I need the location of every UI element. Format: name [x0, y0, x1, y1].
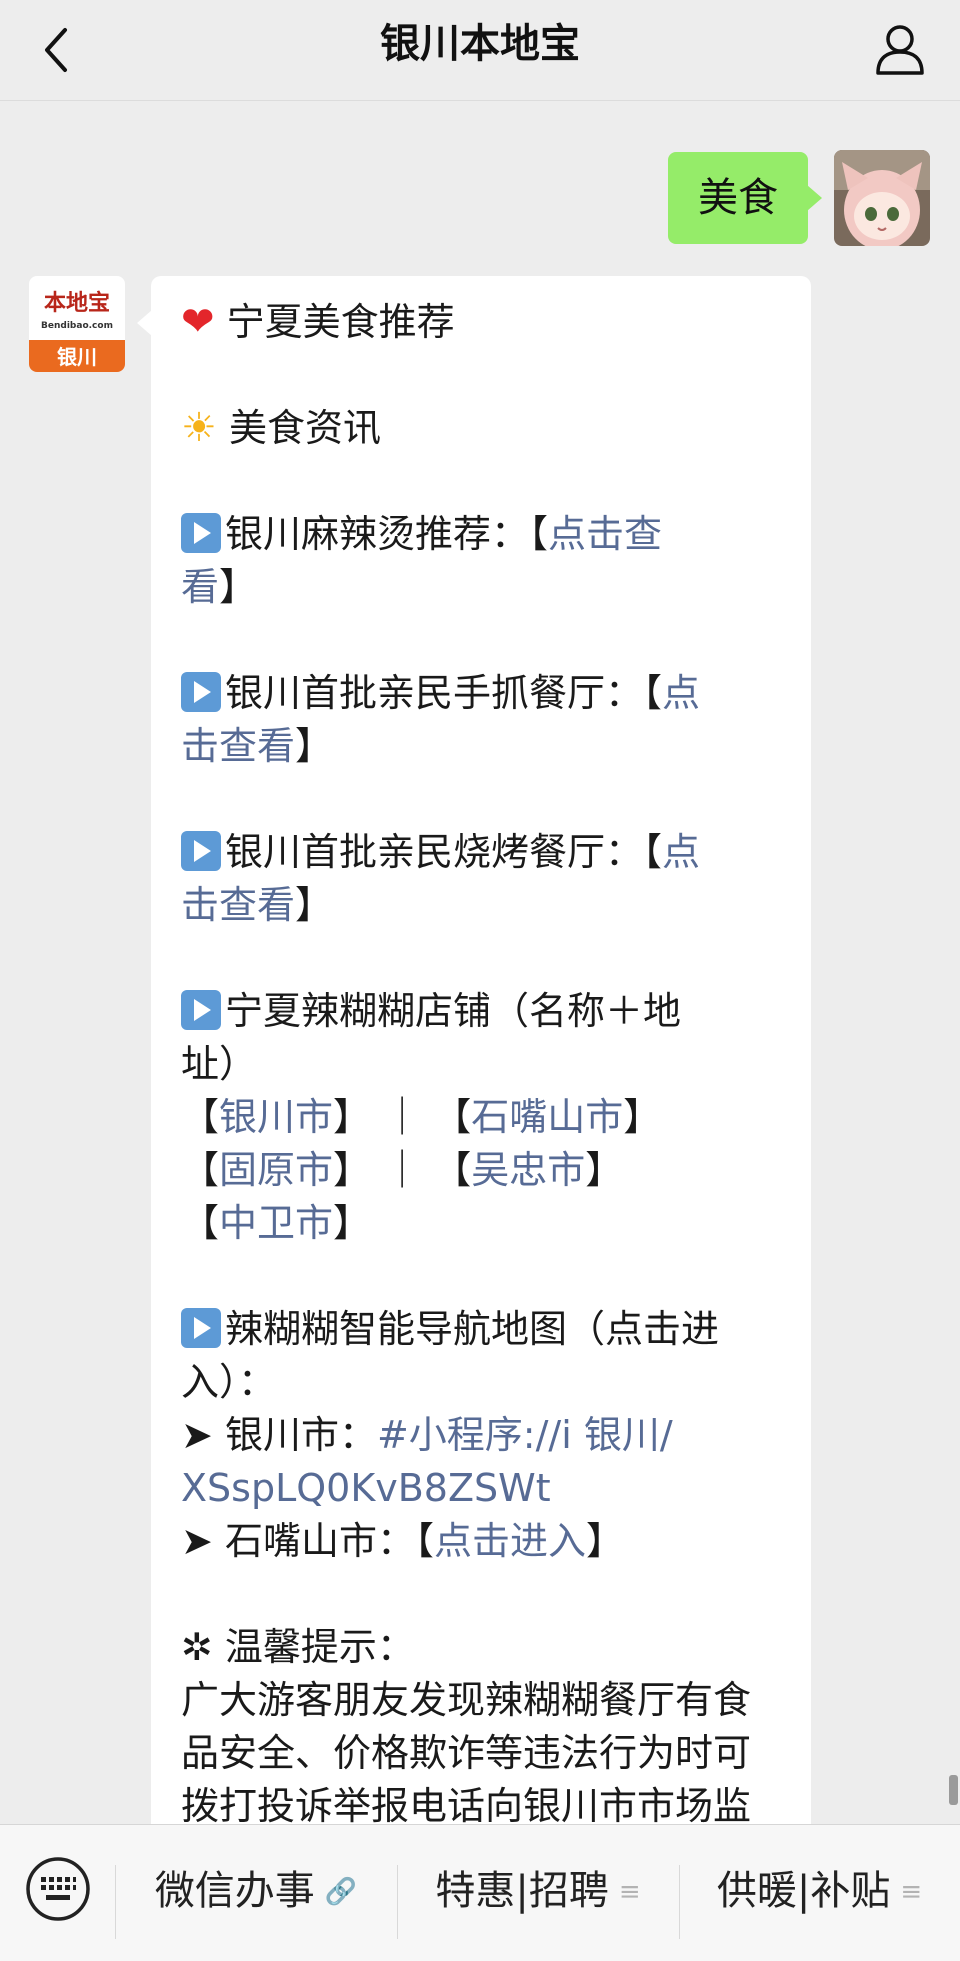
city-link-yinchuan[interactable]: 银川市 — [219, 1095, 333, 1139]
section-line: ☀ 美食资讯 — [181, 402, 781, 455]
outgoing-message-text: 美食 — [698, 175, 778, 221]
city-links-row-3: 【中卫市】 — [181, 1201, 372, 1245]
miniprogram-link-cont[interactable]: XSspLQ0KvB8ZSWt — [181, 1466, 551, 1510]
city-link-shizuishan[interactable]: 石嘴山市 — [471, 1095, 623, 1139]
play-icon — [181, 513, 221, 553]
heading-text: 宁夏美食推荐 — [226, 300, 455, 344]
nav-header: 银川本地宝 — [0, 0, 960, 101]
person-icon — [876, 25, 924, 75]
nav-yinchuan-line: ➤ 银川市：#小程序://i 银川/ — [181, 1413, 673, 1457]
city-link-zhongwei[interactable]: 中卫市 — [219, 1201, 333, 1245]
tip-line-1: 广大游客朋友发现辣糊糊餐厅有食 — [181, 1678, 752, 1722]
tip-title: ✲ 温馨提示： — [181, 1625, 415, 1669]
menu-lines-icon: ≡ — [618, 1877, 641, 1907]
keyboard-toggle-button[interactable] — [24, 1855, 92, 1923]
play-icon — [181, 990, 221, 1030]
miniprogram-link[interactable]: #小程序://i 银川/ — [377, 1413, 673, 1457]
play-icon — [181, 1308, 221, 1348]
shaokao-link-cont[interactable]: 击查看 — [181, 883, 295, 927]
incoming-message-bubble: ❤ 宁夏美食推荐 ☀ 美食资讯 银川麻辣烫推荐：【点击查 看】 银川首批亲民手抓… — [137, 276, 811, 1956]
bendibao-avatar[interactable]: 本地宝 Bendibao.com 银川 — [29, 276, 125, 372]
menu-wechat-services[interactable]: 微信办事 🔗 — [115, 1861, 397, 1921]
svg-text:银川: 银川 — [57, 345, 97, 369]
menu-lines-icon: ≡ — [900, 1877, 923, 1907]
profile-button[interactable] — [870, 18, 930, 80]
page-title: 银川本地宝 — [380, 21, 580, 67]
item-lahuhu-shops: 宁夏辣糊糊店铺（名称＋地 — [181, 985, 781, 1038]
play-icon — [181, 831, 221, 871]
message-content: ❤ 宁夏美食推荐 ☀ 美食资讯 银川麻辣烫推荐：【点击查 看】 银川首批亲民手抓… — [181, 296, 781, 1833]
item-shouzhua: 银川首批亲民手抓餐厅：【点 — [181, 667, 781, 720]
city-links-row-2: 【固原市】 ｜ 【吴忠市】 — [181, 1148, 624, 1192]
item-nav-map: 辣糊糊智能导航地图（点击进 — [181, 1303, 781, 1356]
svg-text:Bendibao.com: Bendibao.com — [41, 321, 113, 331]
bottom-menu-bar: 微信办事 🔗 特惠|招聘 ≡ 供暖|补贴 ≡ — [0, 1824, 960, 1961]
tip-line-2: 品安全、价格欺诈等违法行为时可 — [181, 1731, 752, 1775]
shouzhua-link[interactable]: 点 — [662, 671, 700, 715]
malatang-link-cont[interactable]: 看 — [181, 565, 219, 609]
city-link-wuzhong[interactable]: 吴忠市 — [471, 1148, 585, 1192]
arrow-icon: ➤ — [181, 1413, 213, 1457]
shouzhua-link-cont[interactable]: 击查看 — [181, 724, 295, 768]
shaokao-link[interactable]: 点 — [662, 830, 700, 874]
menu-deals-jobs[interactable]: 特惠|招聘 ≡ — [397, 1861, 679, 1921]
sun-icon: ☀ — [181, 405, 217, 451]
scrollbar-thumb[interactable] — [949, 1775, 958, 1805]
outgoing-message-bubble[interactable]: 美食 — [668, 152, 822, 244]
heart-icon: ❤ — [181, 299, 215, 345]
malatang-link[interactable]: 点击查 — [548, 512, 662, 556]
heading-line: ❤ 宁夏美食推荐 — [181, 296, 781, 349]
keyboard-icon — [26, 1857, 90, 1921]
link-icon: 🔗 — [324, 1877, 358, 1907]
item-shaokao: 银川首批亲民烧烤餐厅：【点 — [181, 826, 781, 879]
city-link-guyuan[interactable]: 固原市 — [219, 1148, 333, 1192]
nav-shizuishan-line: ➤ 石嘴山市：【点击进入】 — [181, 1519, 624, 1563]
menu-heating-subsidy[interactable]: 供暖|补贴 ≡ — [679, 1861, 960, 1921]
user-avatar[interactable] — [834, 150, 930, 246]
shizuishan-enter-link[interactable]: 点击进入 — [434, 1519, 586, 1563]
svg-text:本地宝: 本地宝 — [44, 290, 110, 316]
city-links-row-1: 【银川市】 ｜ 【石嘴山市】 — [181, 1095, 662, 1139]
item-malatang: 银川麻辣烫推荐：【点击查 — [181, 508, 781, 561]
play-icon — [181, 672, 221, 712]
section-text: 美食资讯 — [228, 406, 381, 450]
outgoing-message-row: 美食 — [530, 150, 930, 246]
user-avatar-image — [834, 150, 930, 246]
bendibao-logo: 本地宝 Bendibao.com 银川 — [29, 276, 125, 372]
arrow-icon: ➤ — [181, 1519, 213, 1563]
